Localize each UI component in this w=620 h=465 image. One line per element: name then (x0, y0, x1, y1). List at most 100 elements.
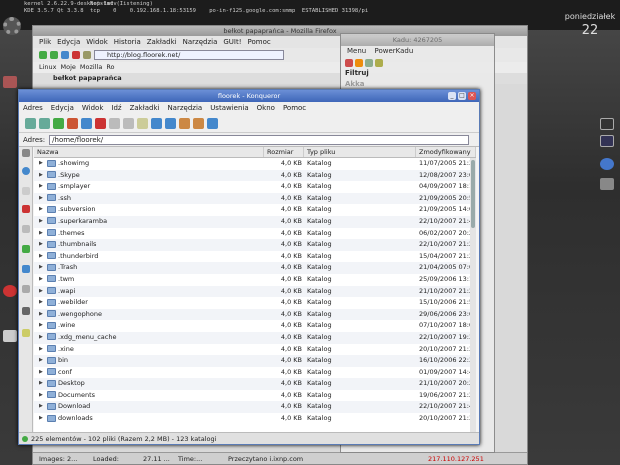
gear-icon[interactable] (3, 17, 21, 35)
expand-arrow-icon[interactable]: ▶ (39, 204, 43, 216)
expand-arrow-icon[interactable]: ▶ (39, 216, 43, 228)
table-row[interactable]: ▶ .Trash 4,0 KB Katalog 21/04/2005 07:0 (34, 262, 476, 274)
home-folder-icon[interactable] (22, 265, 30, 273)
root-icon[interactable] (22, 307, 30, 315)
menu-narzedzia[interactable]: Narzędzia (167, 102, 202, 115)
expand-arrow-icon[interactable]: ▶ (39, 378, 43, 390)
menu-plik[interactable]: Plik (39, 36, 51, 48)
table-row[interactable]: ▶ .Skype 4,0 KB Katalog 12/08/2007 23:0 (34, 169, 476, 182)
reload-icon[interactable] (81, 118, 92, 129)
folder-icon[interactable] (22, 187, 30, 195)
menu-pomoc[interactable]: Pomoc (248, 36, 271, 48)
stop-icon[interactable] (72, 51, 80, 59)
home-icon[interactable] (83, 51, 91, 59)
reload-icon[interactable] (61, 51, 69, 59)
table-row[interactable]: ▶ Documents 4,0 KB Katalog 19/06/2007 21:2 (34, 390, 476, 402)
expand-arrow-icon[interactable]: ▶ (39, 251, 43, 263)
add-contact-icon[interactable] (355, 58, 363, 67)
minimize-icon[interactable]: _ (448, 92, 456, 100)
expand-arrow-icon[interactable]: ▶ (39, 355, 43, 367)
cut-icon[interactable] (109, 118, 120, 129)
column-type[interactable]: Typ pliku (304, 147, 416, 157)
media-icon[interactable] (22, 329, 30, 337)
list-view-icon[interactable] (193, 118, 204, 129)
forward-icon[interactable] (50, 51, 58, 59)
table-row[interactable]: ▶ .showimg 4,0 KB Katalog 11/07/2005 21:3 (34, 158, 476, 170)
bookmark-linux[interactable]: Linux (39, 62, 57, 73)
back-icon[interactable] (25, 118, 36, 129)
table-row[interactable]: ▶ .thunderbird 4,0 KB Katalog 15/04/2007 21:… (34, 251, 476, 263)
expand-arrow-icon[interactable]: ▶ (39, 390, 43, 402)
table-row[interactable]: ▶ .thumbnails 4,0 KB Katalog 22/10/2007 21:2 (34, 239, 476, 251)
zoom-out-icon[interactable] (165, 118, 176, 129)
preview-icon[interactable] (207, 118, 218, 129)
menu-zakladki[interactable]: Zakładki (147, 36, 177, 48)
menu-guit[interactable]: GUIt! (223, 36, 241, 48)
devices-icon[interactable] (22, 285, 30, 293)
expand-arrow-icon[interactable]: ▶ (39, 274, 43, 286)
expand-arrow-icon[interactable]: ▶ (39, 332, 43, 344)
expand-arrow-icon[interactable]: ▶ (39, 170, 43, 182)
display-icon[interactable] (600, 135, 614, 147)
url-bar[interactable]: http://blog.floorek.net/ (94, 50, 284, 60)
menu-narzedzia[interactable]: Narzędzia (183, 36, 218, 48)
icon-view-icon[interactable] (179, 118, 190, 129)
briefcase-icon[interactable] (3, 76, 17, 88)
maximize-icon[interactable]: □ (458, 92, 466, 100)
media-icon[interactable] (3, 285, 17, 297)
search-icon[interactable] (365, 58, 373, 67)
bookmark-ro[interactable]: Ro (106, 62, 114, 73)
column-size[interactable]: Rozmiar (264, 147, 304, 157)
table-row[interactable]: ▶ .themes 4,0 KB Katalog 06/02/2007 20:2 (34, 228, 476, 240)
kadu-powerkadu[interactable]: PowerKadu (374, 47, 413, 55)
home-icon[interactable] (67, 118, 78, 129)
forward-icon[interactable] (39, 118, 50, 129)
menu-edycja[interactable]: Edycja (57, 36, 80, 48)
expand-arrow-icon[interactable]: ▶ (39, 158, 43, 170)
menu-ustawienia[interactable]: Ustawienia (210, 102, 248, 115)
table-row[interactable]: ▶ .wengophone 4,0 KB Katalog 29/06/2006 23:0 (34, 308, 476, 321)
menu-zakladki[interactable]: Zakładki (130, 102, 160, 115)
table-row[interactable]: ▶ bin 4,0 KB Katalog 16/10/2006 22:3 (34, 355, 476, 367)
menu-historia[interactable]: Historia (114, 36, 141, 48)
table-row[interactable]: ▶ .xine 4,0 KB Katalog 20/10/2007 21:3 (34, 344, 476, 356)
expand-arrow-icon[interactable]: ▶ (39, 367, 43, 379)
network-icon[interactable] (600, 178, 614, 190)
expand-arrow-icon[interactable]: ▶ (39, 344, 43, 356)
table-row[interactable]: ▶ .wapi 4,0 KB Katalog 21/10/2007 21:2 (34, 285, 476, 298)
address-input[interactable]: /home/floorek/ (49, 134, 470, 145)
expand-arrow-icon[interactable]: ▶ (39, 181, 43, 193)
column-modified[interactable]: Zmodyfikowany (416, 147, 476, 157)
expand-arrow-icon[interactable]: ▶ (39, 401, 43, 413)
monitor-icon[interactable] (600, 118, 614, 130)
history-icon[interactable] (22, 167, 30, 175)
table-row[interactable]: ▶ downloads 4,0 KB Katalog 20/10/2007 21:3 (34, 413, 476, 425)
table-row[interactable]: ▶ .twm 4,0 KB Katalog 25/09/2006 13:1 (34, 274, 476, 286)
expand-arrow-icon[interactable]: ▶ (39, 297, 43, 309)
table-row[interactable]: ▶ .smplayer 4,0 KB Katalog 04/09/2007 18:1 (34, 181, 476, 193)
table-row[interactable]: ▶ Download 4,0 KB Katalog 22/10/2007 21:4 (34, 401, 476, 414)
zoom-in-icon[interactable] (151, 118, 162, 129)
menu-idz[interactable]: Idź (111, 102, 121, 115)
expand-arrow-icon[interactable]: ▶ (39, 309, 43, 321)
expand-arrow-icon[interactable]: ▶ (39, 286, 43, 298)
scrollbar[interactable] (470, 158, 476, 434)
bookmark-moje[interactable]: Moje (61, 62, 76, 73)
table-row[interactable]: ▶ conf 4,0 KB Katalog 01/09/2007 14:4 (34, 367, 476, 379)
table-row[interactable]: ▶ .subversion 4,0 KB Katalog 21/09/2005 14:0 (34, 204, 476, 216)
stop-icon[interactable] (95, 118, 106, 129)
network-icon[interactable] (22, 225, 30, 233)
menu-edycja[interactable]: Edycja (51, 102, 74, 115)
drive-icon[interactable] (3, 330, 17, 342)
copy-icon[interactable] (123, 118, 134, 129)
expand-arrow-icon[interactable]: ▶ (39, 239, 43, 251)
table-row[interactable]: ▶ .wine 4,0 KB Katalog 07/10/2007 18:0 (34, 320, 476, 332)
scroll-thumb[interactable] (471, 160, 475, 228)
expand-arrow-icon[interactable]: ▶ (39, 320, 43, 332)
services-icon[interactable] (22, 245, 30, 253)
menu-pomoc[interactable]: Pomoc (283, 102, 306, 115)
menu-okno[interactable]: Okno (257, 102, 275, 115)
expand-arrow-icon[interactable]: ▶ (39, 228, 43, 240)
tools-icon[interactable] (22, 149, 30, 157)
bookmarks-icon[interactable] (22, 205, 30, 213)
